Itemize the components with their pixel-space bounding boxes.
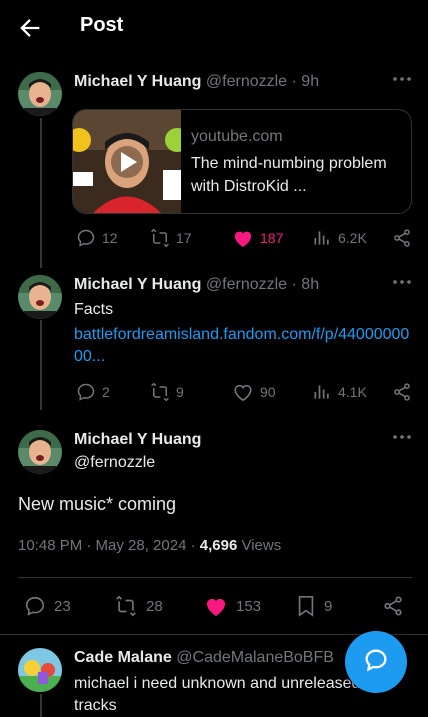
heart-filled-icon [204,595,228,617]
views-button[interactable]: 6.2K [312,228,367,248]
views-count: 4.1K [338,384,367,400]
avatar[interactable] [18,648,62,692]
comment-icon [76,382,96,402]
repost-icon [150,382,170,402]
bookmark-count: 9 [324,597,333,615]
heart-icon [232,382,254,402]
link-preview-card[interactable]: youtube.com The mind-numbing problem wit… [72,109,412,214]
author-name[interactable]: Michael Y Huang [74,431,201,449]
author-name[interactable]: Michael Y Huang [74,73,201,90]
comment-icon [76,228,96,248]
author-handle[interactable]: @fernozzle [206,73,287,90]
post-header: Michael Y Huang @fernozzle · 8h [74,276,319,294]
share-button[interactable] [392,382,412,402]
like-count: 153 [236,597,262,615]
more-options-icon[interactable] [392,279,414,293]
card-domain: youtube.com [191,128,283,145]
post-meta: 10:48 PM · May 28, 2024 · 4,696 Views [18,537,281,554]
views-count: 6.2K [338,230,367,246]
like-button[interactable]: 90 [232,382,276,402]
post-text: michael i need unknown and unreleased tr… [74,675,361,714]
like-count: 187 [260,230,284,246]
post-timestamp[interactable]: 10:48 PM · May 28, 2024 · [18,537,200,554]
views-count: 4,696 [199,537,238,554]
author-name[interactable]: Cade Malane [74,649,172,666]
comment-icon [24,595,46,617]
repost-icon [150,228,170,248]
author-handle[interactable]: @fernozzle [206,276,287,293]
chat-bubble-icon [362,646,390,679]
post-header: Cade Malane @CadeMalaneBoBFB [74,649,334,667]
reply-count: 23 [54,597,71,615]
share-button[interactable] [382,595,404,617]
views-chart-icon [312,228,332,248]
thread-connector [40,694,42,717]
more-options-icon[interactable] [392,76,414,90]
post-header: Michael Y Huang @fernozzle · 9h [74,73,319,91]
avatar[interactable] [18,275,62,319]
repost-count: 9 [176,384,184,400]
card-title: The mind-numbing problem with DistroKid … [191,155,387,195]
share-icon [392,228,412,248]
video-thumbnail [73,110,189,213]
post-link[interactable]: battlefordreamisland.fandom.com/f/p/4400… [74,324,412,368]
like-count: 90 [260,384,276,400]
repost-icon [114,595,138,617]
reply-count: 12 [102,230,118,246]
page-title: Post [80,14,124,36]
bookmark-icon [296,595,316,617]
author-name[interactable]: Michael Y Huang [74,276,201,293]
reply-button[interactable]: 12 [76,228,118,248]
repost-button[interactable]: 17 [150,228,192,248]
views-chart-icon [312,382,332,402]
thread-connector [40,320,42,410]
back-arrow-icon[interactable] [16,14,44,42]
top-bar: Post [0,0,428,56]
divider [18,577,412,578]
like-button[interactable]: 187 [232,228,283,248]
reply-count: 2 [102,384,110,400]
share-icon [392,382,412,402]
reply-button[interactable]: 23 [24,595,71,617]
share-button[interactable] [392,228,412,248]
views-button[interactable]: 4.1K [312,382,367,402]
bookmark-button[interactable]: 9 [296,595,332,617]
author-handle[interactable]: @CadeMalaneBoBFB [176,649,334,666]
author-handle[interactable]: @fernozzle [74,454,155,472]
repost-count: 28 [146,597,163,615]
heart-filled-icon [232,228,254,248]
post-time: · 8h [291,276,320,293]
post-text: New music* coming [18,494,177,514]
avatar[interactable] [18,72,62,116]
post-time: · 9h [291,73,320,90]
share-icon [382,595,404,617]
repost-count: 17 [176,230,192,246]
repost-button[interactable]: 9 [150,382,184,402]
avatar[interactable] [18,430,62,474]
more-options-icon[interactable] [392,434,414,448]
like-button[interactable]: 153 [204,595,261,617]
compose-reply-button[interactable] [345,631,407,693]
post-text: Facts [74,301,114,318]
views-label: Views [237,537,282,554]
repost-button[interactable]: 28 [114,595,163,617]
reply-button[interactable]: 2 [76,382,110,402]
thread-connector [40,118,42,268]
